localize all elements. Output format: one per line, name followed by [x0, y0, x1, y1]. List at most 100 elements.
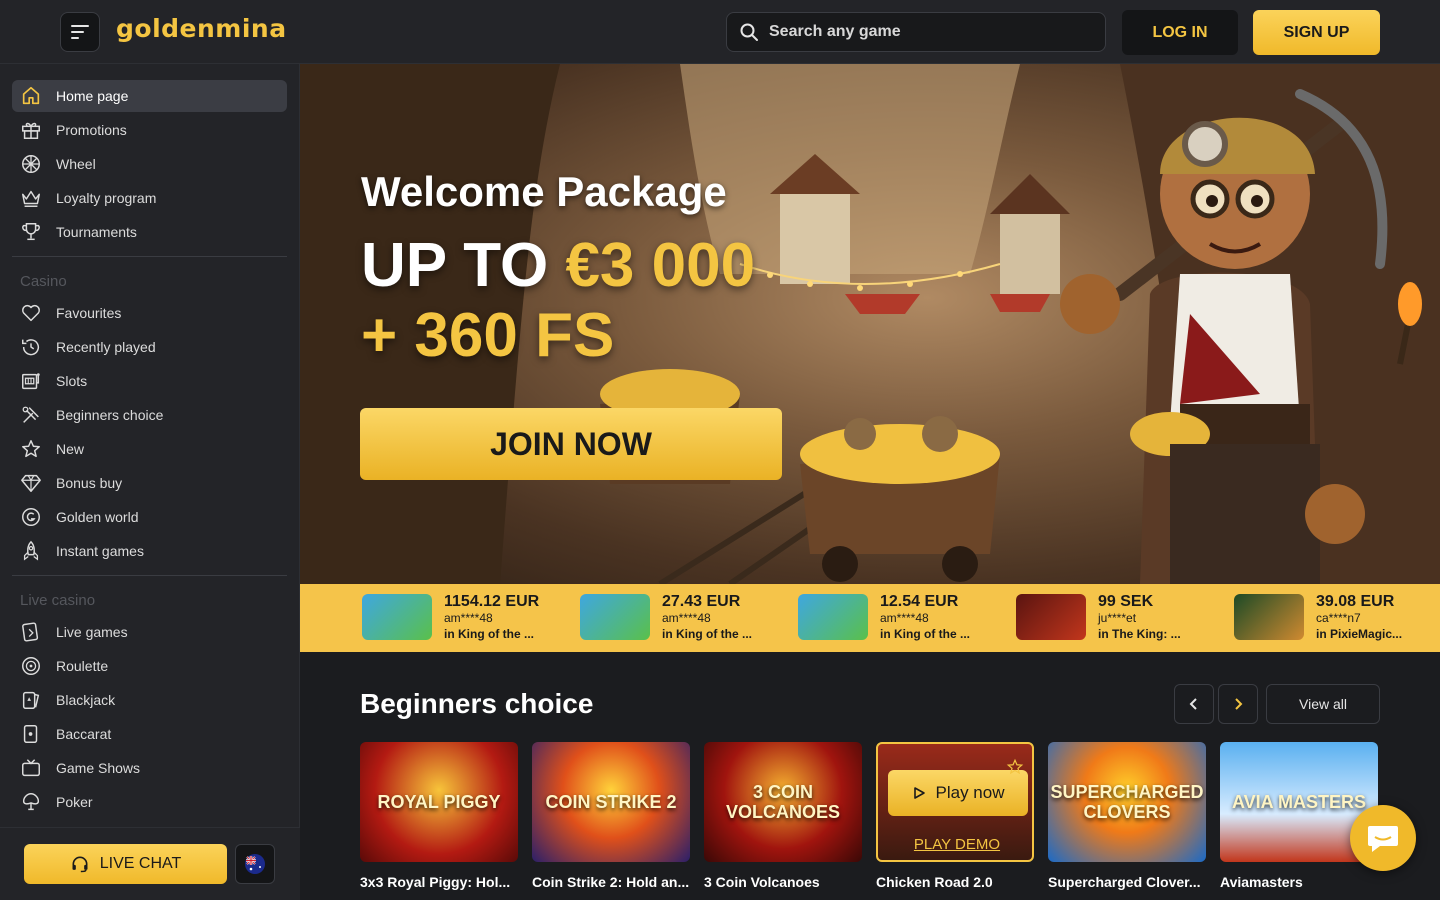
- sidebar-item-label: Roulette: [56, 658, 109, 674]
- sidebar-item-home[interactable]: Home page: [12, 80, 287, 112]
- winner-game-thumbnail: [1234, 594, 1304, 640]
- winner-amount: 99 SEK: [1098, 593, 1154, 610]
- rocket-icon: [23, 540, 39, 561]
- sidebar-item-new[interactable]: New: [12, 433, 287, 465]
- sidebar-item-label: Promotions: [56, 122, 127, 138]
- sidebar-item-promotions[interactable]: Promotions: [12, 114, 287, 146]
- winner-user: am****48: [662, 611, 711, 625]
- sidebar-item-label: Instant games: [56, 543, 144, 559]
- game-title: Aviamasters: [1220, 874, 1303, 890]
- sidebar-item-label: Slots: [56, 373, 88, 389]
- winner-game: in King of the ...: [662, 627, 752, 641]
- sidebar-item-label: Tournaments: [56, 224, 137, 240]
- logo[interactable]: goldenmina: [116, 14, 287, 43]
- search-box[interactable]: [726, 12, 1106, 52]
- slot-machine-icon: [22, 373, 40, 390]
- live-chat-label: LIVE CHAT: [99, 855, 182, 872]
- heart-icon: [22, 304, 40, 322]
- chat-widget-button[interactable]: [1350, 805, 1416, 871]
- live-cards-icon: [22, 622, 39, 642]
- login-button[interactable]: LOG IN: [1122, 10, 1238, 55]
- star-icon: [22, 440, 40, 458]
- sidebar-item-blackjack[interactable]: Blackjack: [12, 684, 287, 716]
- sidebar-item-wheel[interactable]: Wheel: [12, 148, 287, 180]
- history-icon: [22, 339, 39, 356]
- game-card-art: AVIA MASTERS: [1231, 792, 1366, 812]
- sidebar-item-favourites[interactable]: Favourites: [12, 297, 287, 329]
- game-card[interactable]: COIN STRIKE 2: [532, 742, 690, 862]
- hamburger-icon: [71, 25, 89, 39]
- play-now-button[interactable]: Play now: [888, 770, 1028, 816]
- game-card-art: SUPERCHARGED CLOVERS: [1050, 782, 1204, 822]
- winner-amount: 39.08 EUR: [1316, 593, 1395, 610]
- sidebar-item-roulette[interactable]: Roulette: [12, 650, 287, 682]
- hero-banner[interactable]: Welcome Package UP TO €3 000 + 360 FS JO…: [300, 64, 1440, 584]
- sidebar-item-poker[interactable]: Poker: [12, 786, 287, 818]
- sidebar-item-slots[interactable]: Slots: [12, 365, 287, 397]
- winner-game-thumbnail: [580, 594, 650, 640]
- carousel-prev-button[interactable]: [1174, 684, 1214, 724]
- favourite-star-icon[interactable]: [1006, 758, 1024, 776]
- game-card-hovered[interactable]: Play now PLAY DEMO: [876, 742, 1034, 862]
- sidebar-item-bonus-buy[interactable]: Bonus buy: [12, 467, 287, 499]
- sidebar-item-label: New: [56, 441, 85, 457]
- winner-item[interactable]: 1154.12 EUR am****48 in King of the ...: [362, 594, 539, 644]
- winner-user: am****48: [880, 611, 929, 625]
- winner-game-thumbnail: [798, 594, 868, 640]
- winner-user: am****48: [444, 611, 493, 625]
- sidebar-item-label: Loyalty program: [56, 190, 157, 206]
- blackjack-icon: [22, 691, 40, 709]
- sidebar-item-label: Poker: [56, 794, 93, 810]
- game-title: 3 Coin Volcanoes: [704, 874, 820, 890]
- carousel-next-button[interactable]: [1218, 684, 1258, 724]
- sidebar-item-live-games[interactable]: Live games: [12, 616, 287, 648]
- sidebar-divider: [12, 575, 287, 576]
- winner-item[interactable]: 99 SEK ju****et in The King: ...: [1016, 594, 1181, 644]
- signup-button[interactable]: SIGN UP: [1253, 10, 1380, 55]
- winner-item[interactable]: 27.43 EUR am****48 in King of the ...: [580, 594, 752, 644]
- winner-amount: 12.54 EUR: [880, 593, 959, 610]
- winner-game-thumbnail: [362, 594, 432, 640]
- winner-amount: 1154.12 EUR: [444, 593, 540, 610]
- sidebar-item-baccarat[interactable]: Baccarat: [12, 718, 287, 750]
- sidebar-item-game-shows[interactable]: Game Shows: [12, 752, 287, 784]
- sidebar-item-label: Favourites: [56, 305, 122, 321]
- winner-user: ca****n7: [1316, 611, 1361, 625]
- search-icon: [740, 23, 758, 41]
- game-title: Supercharged Clover...: [1048, 874, 1201, 890]
- sidebar-item-recently-played[interactable]: Recently played: [12, 331, 287, 363]
- play-demo-link[interactable]: PLAY DEMO: [878, 836, 1032, 853]
- hero-offer-line-1: UP TO €3 000: [361, 230, 755, 301]
- search-input[interactable]: [769, 23, 1089, 41]
- sidebar-item-tournaments[interactable]: Tournaments: [12, 216, 287, 248]
- live-chat-button[interactable]: LIVE CHAT: [24, 844, 227, 884]
- tv-icon: [22, 759, 40, 777]
- recent-winners-bar: 1154.12 EUR am****48 in King of the ... 27…: [300, 584, 1440, 652]
- game-card[interactable]: 3 COIN VOLCANOES: [704, 742, 862, 862]
- game-card[interactable]: ROYAL PIGGY: [360, 742, 518, 862]
- trophy-icon: [22, 223, 40, 241]
- sidebar-item-golden-world[interactable]: Golden world: [12, 501, 287, 533]
- language-selector[interactable]: [235, 844, 275, 884]
- menu-toggle-button[interactable]: [60, 12, 100, 52]
- headset-icon: [72, 856, 88, 873]
- sidebar-item-label: Bonus buy: [56, 475, 123, 491]
- beginners-choice-title: Beginners choice: [360, 688, 594, 719]
- play-icon: [913, 787, 925, 799]
- sidebar-item-label: Wheel: [56, 156, 96, 172]
- winner-item[interactable]: 39.08 EUR ca****n7 in PixieMagic...: [1234, 594, 1402, 644]
- sidebar-item-loyalty[interactable]: Loyalty program: [12, 182, 287, 214]
- view-all-button[interactable]: View all: [1266, 684, 1380, 724]
- game-card-art: 3 COIN VOLCANOES: [725, 782, 840, 822]
- sidebar-item-instant-games[interactable]: Instant games: [12, 535, 287, 567]
- casino-section-title: Casino: [20, 273, 67, 290]
- sidebar-item-beginners-choice[interactable]: Beginners choice: [12, 399, 287, 431]
- beginners-icon: [22, 406, 39, 423]
- hero-title: Welcome Package: [361, 168, 727, 215]
- winner-user: ju****et: [1098, 611, 1137, 625]
- game-title: 3x3 Royal Piggy: Hol...: [360, 874, 511, 890]
- winner-game: in King of the ...: [444, 627, 534, 641]
- game-card[interactable]: SUPERCHARGED CLOVERS: [1048, 742, 1206, 862]
- winner-item[interactable]: 12.54 EUR am****48 in King of the ...: [798, 594, 970, 644]
- join-now-button[interactable]: JOIN NOW: [360, 408, 782, 480]
